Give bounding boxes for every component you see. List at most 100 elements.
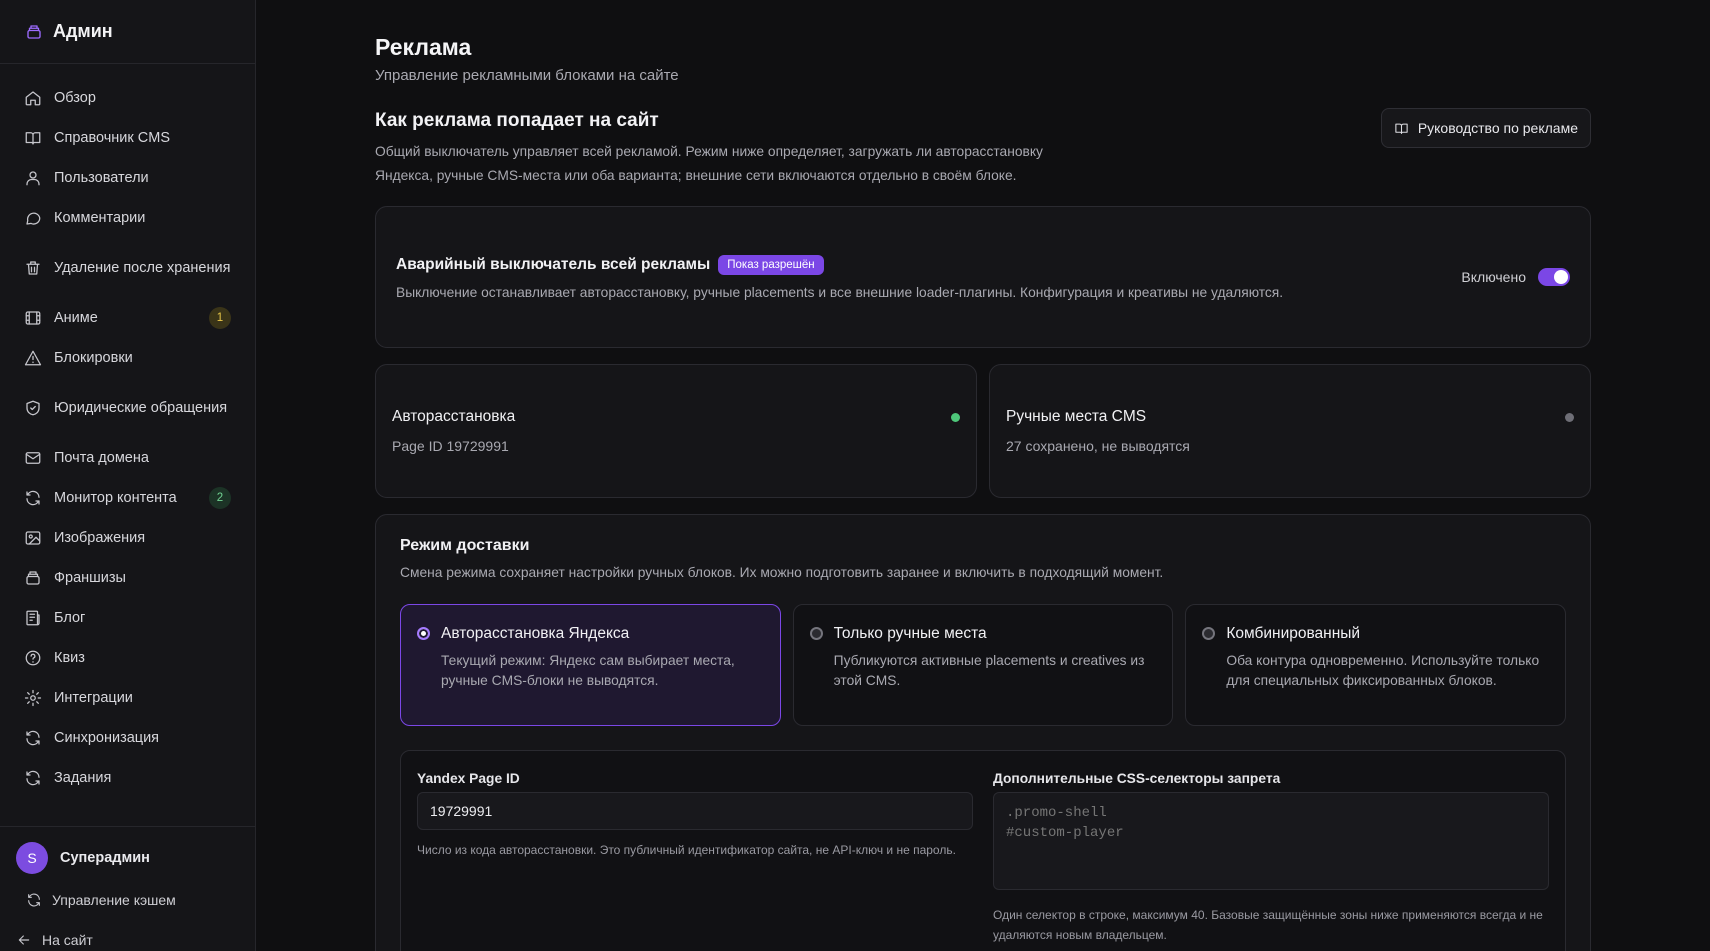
mode-description: Публикуются активные placements и creati… [833, 653, 1145, 688]
sidebar-item-quiz[interactable]: Квиз [0, 638, 255, 678]
sidebar-item-blocks[interactable]: Блокировки [0, 338, 255, 378]
page-id-field-group: Yandex Page ID 19729991 Число из кода ав… [417, 771, 973, 949]
sidebar-item-anime[interactable]: Аниме 1 [0, 298, 255, 338]
users-icon [24, 169, 42, 187]
back-to-site-link[interactable]: На сайт [16, 929, 239, 951]
mode-option-yandex-auto[interactable]: Авторасстановка Яндекса Текущий режим: Я… [400, 604, 781, 726]
sidebar-item-label: Франшизы [54, 570, 126, 586]
sidebar-item-label: Аниме [54, 310, 98, 326]
css-selectors-hint: Один селектор в строке, максимум 40. Баз… [993, 908, 1543, 942]
sidebar-item-label: Почта домена [54, 450, 149, 466]
ad-guide-button[interactable]: Руководство по рекламе [1380, 108, 1591, 148]
sidebar-item-label: Комментарии [54, 210, 146, 226]
sidebar-item-franchises[interactable]: Франшизы [0, 558, 255, 598]
main-content: Реклама Управление рекламными блоками на… [256, 0, 1710, 951]
avatar: S [16, 842, 48, 874]
toggle-knob [1554, 270, 1568, 284]
kill-switch-description: Выключение останавливает авторасстановку… [396, 284, 1284, 300]
page-subtitle: Управление рекламными блоками на сайте [375, 67, 679, 84]
toggle-label: Включено [1461, 269, 1526, 285]
back-to-site-label: На сайт [42, 932, 93, 948]
arrow-left-icon [18, 935, 30, 945]
sidebar-item-cms-reference[interactable]: Справочник CMS [0, 118, 255, 158]
radio-checked[interactable] [417, 627, 430, 640]
sidebar-item-comments[interactable]: Комментарии [0, 198, 255, 238]
sidebar-item-domain-mail[interactable]: Почта домена [0, 438, 255, 478]
mode-title: Комбинированный [1226, 625, 1361, 642]
sidebar-item-label: Квиз [54, 650, 85, 666]
mode-option-manual-only[interactable]: Только ручные места Публикуются активные… [792, 604, 1174, 726]
delivery-mode-options: Авторасстановка Яндекса Текущий режим: Я… [400, 604, 1567, 726]
page-title: Реклама [375, 34, 472, 60]
sidebar-item-label: Монитор контента [54, 490, 177, 506]
refresh-icon [28, 893, 40, 907]
blog-icon [24, 609, 42, 627]
kill-switch-card: Аварийный выключатель всей рекламы Показ… [375, 206, 1591, 348]
status-subtitle: 27 сохранено, не выводятся [1006, 438, 1190, 454]
sidebar-item-label: Юридические обращения [54, 400, 228, 416]
radio-unchecked[interactable] [809, 627, 823, 640]
status-dot-active [951, 413, 960, 422]
cache-management-label: Управление кэшем [52, 892, 176, 908]
count-badge: 1 [209, 307, 231, 329]
layers-logo-icon [25, 23, 43, 41]
status-title: Ручные места CMS [1006, 408, 1147, 425]
sidebar-item-integrations[interactable]: Интеграции [0, 678, 255, 718]
sidebar-item-label: Интеграции [54, 690, 133, 706]
mode-title: Авторасстановка Яндекса [441, 625, 630, 642]
sidebar-item-tasks[interactable]: Задания [0, 758, 255, 798]
sidebar-item-label: Изображения [54, 530, 146, 546]
sidebar-item-content-monitor[interactable]: Монитор контента 2 [0, 478, 255, 518]
sidebar-item-label: Пользователи [54, 170, 149, 186]
status-title: Авторасстановка [392, 408, 516, 425]
sidebar-item-overview[interactable]: Обзор [0, 78, 255, 118]
film-icon [24, 309, 42, 327]
sidebar-footer: S Суперадмин Управление кэшем На сайт [0, 826, 255, 951]
sidebar-item-sync[interactable]: Синхронизация [0, 718, 255, 758]
sidebar-item-label: Блог [54, 610, 86, 626]
gear-icon [24, 689, 42, 707]
sidebar-item-label: Блокировки [54, 350, 133, 366]
css-selectors-textarea[interactable] [993, 792, 1549, 890]
sidebar: Админ Обзор Справочник CMS Пользователи … [0, 0, 256, 951]
manual-places-status-card: Ручные места CMS 27 сохранено, не выводя… [989, 364, 1591, 498]
brand[interactable]: Админ [0, 0, 255, 64]
yandex-config-panel: Yandex Page ID 19729991 Число из кода ав… [400, 750, 1566, 951]
shield-icon [24, 399, 42, 417]
page-id-label: Yandex Page ID [417, 771, 520, 786]
count-badge: 2 [209, 487, 231, 509]
radio-unchecked[interactable] [1202, 627, 1216, 640]
auto-placement-status-card: Авторасстановка Page ID 19729991 [375, 364, 977, 498]
sidebar-item-legal-requests[interactable]: Юридические обращения [0, 378, 255, 438]
cache-management-link[interactable]: Управление кэшем [16, 889, 239, 911]
status-subtitle: Page ID 19729991 [392, 438, 509, 454]
page-id-hint: Число из кода авторасстановки. Это публи… [417, 843, 956, 857]
css-selectors-field-group: Дополнительные CSS-селекторы запрета Оди… [993, 771, 1549, 949]
mode-option-combined[interactable]: Комбинированный Оба контура одновременно… [1185, 604, 1567, 726]
section-header: Как реклама попадает на сайт Общий выклю… [375, 108, 1591, 188]
sidebar-item-label: Задания [54, 770, 112, 786]
tasks-icon [24, 769, 42, 787]
user-profile[interactable]: S Суперадмин [16, 841, 239, 875]
ad-guide-label: Руководство по рекламе [1417, 120, 1578, 136]
sidebar-item-label: Справочник CMS [54, 130, 170, 146]
sidebar-item-images[interactable]: Изображения [0, 518, 255, 558]
section-title: Как реклама попадает на сайт [375, 110, 659, 131]
mode-title: Только ручные места [833, 625, 987, 642]
sidebar-item-users[interactable]: Пользователи [0, 158, 255, 198]
sidebar-nav: Обзор Справочник CMS Пользователи Коммен… [0, 64, 255, 826]
book-icon [24, 129, 42, 147]
ads-enabled-toggle[interactable] [1538, 268, 1570, 286]
sidebar-item-blog[interactable]: Блог [0, 598, 255, 638]
status-row: Авторасстановка Page ID 19729991 Ручные … [375, 364, 1591, 498]
sidebar-item-retention-deletion[interactable]: Удаление после хранения [0, 238, 255, 298]
sidebar-item-label: Обзор [54, 90, 96, 106]
help-icon [24, 649, 42, 667]
home-icon [24, 89, 42, 107]
mode-description: Оба контура одновременно. Используйте то… [1226, 653, 1540, 688]
delivery-title: Режим доставки [400, 537, 530, 554]
refresh-icon [24, 489, 42, 507]
page-id-input[interactable]: 19729991 [417, 792, 973, 830]
book-icon [1395, 123, 1408, 134]
delivery-description: Смена режима сохраняет настройки ручных … [400, 565, 1164, 580]
